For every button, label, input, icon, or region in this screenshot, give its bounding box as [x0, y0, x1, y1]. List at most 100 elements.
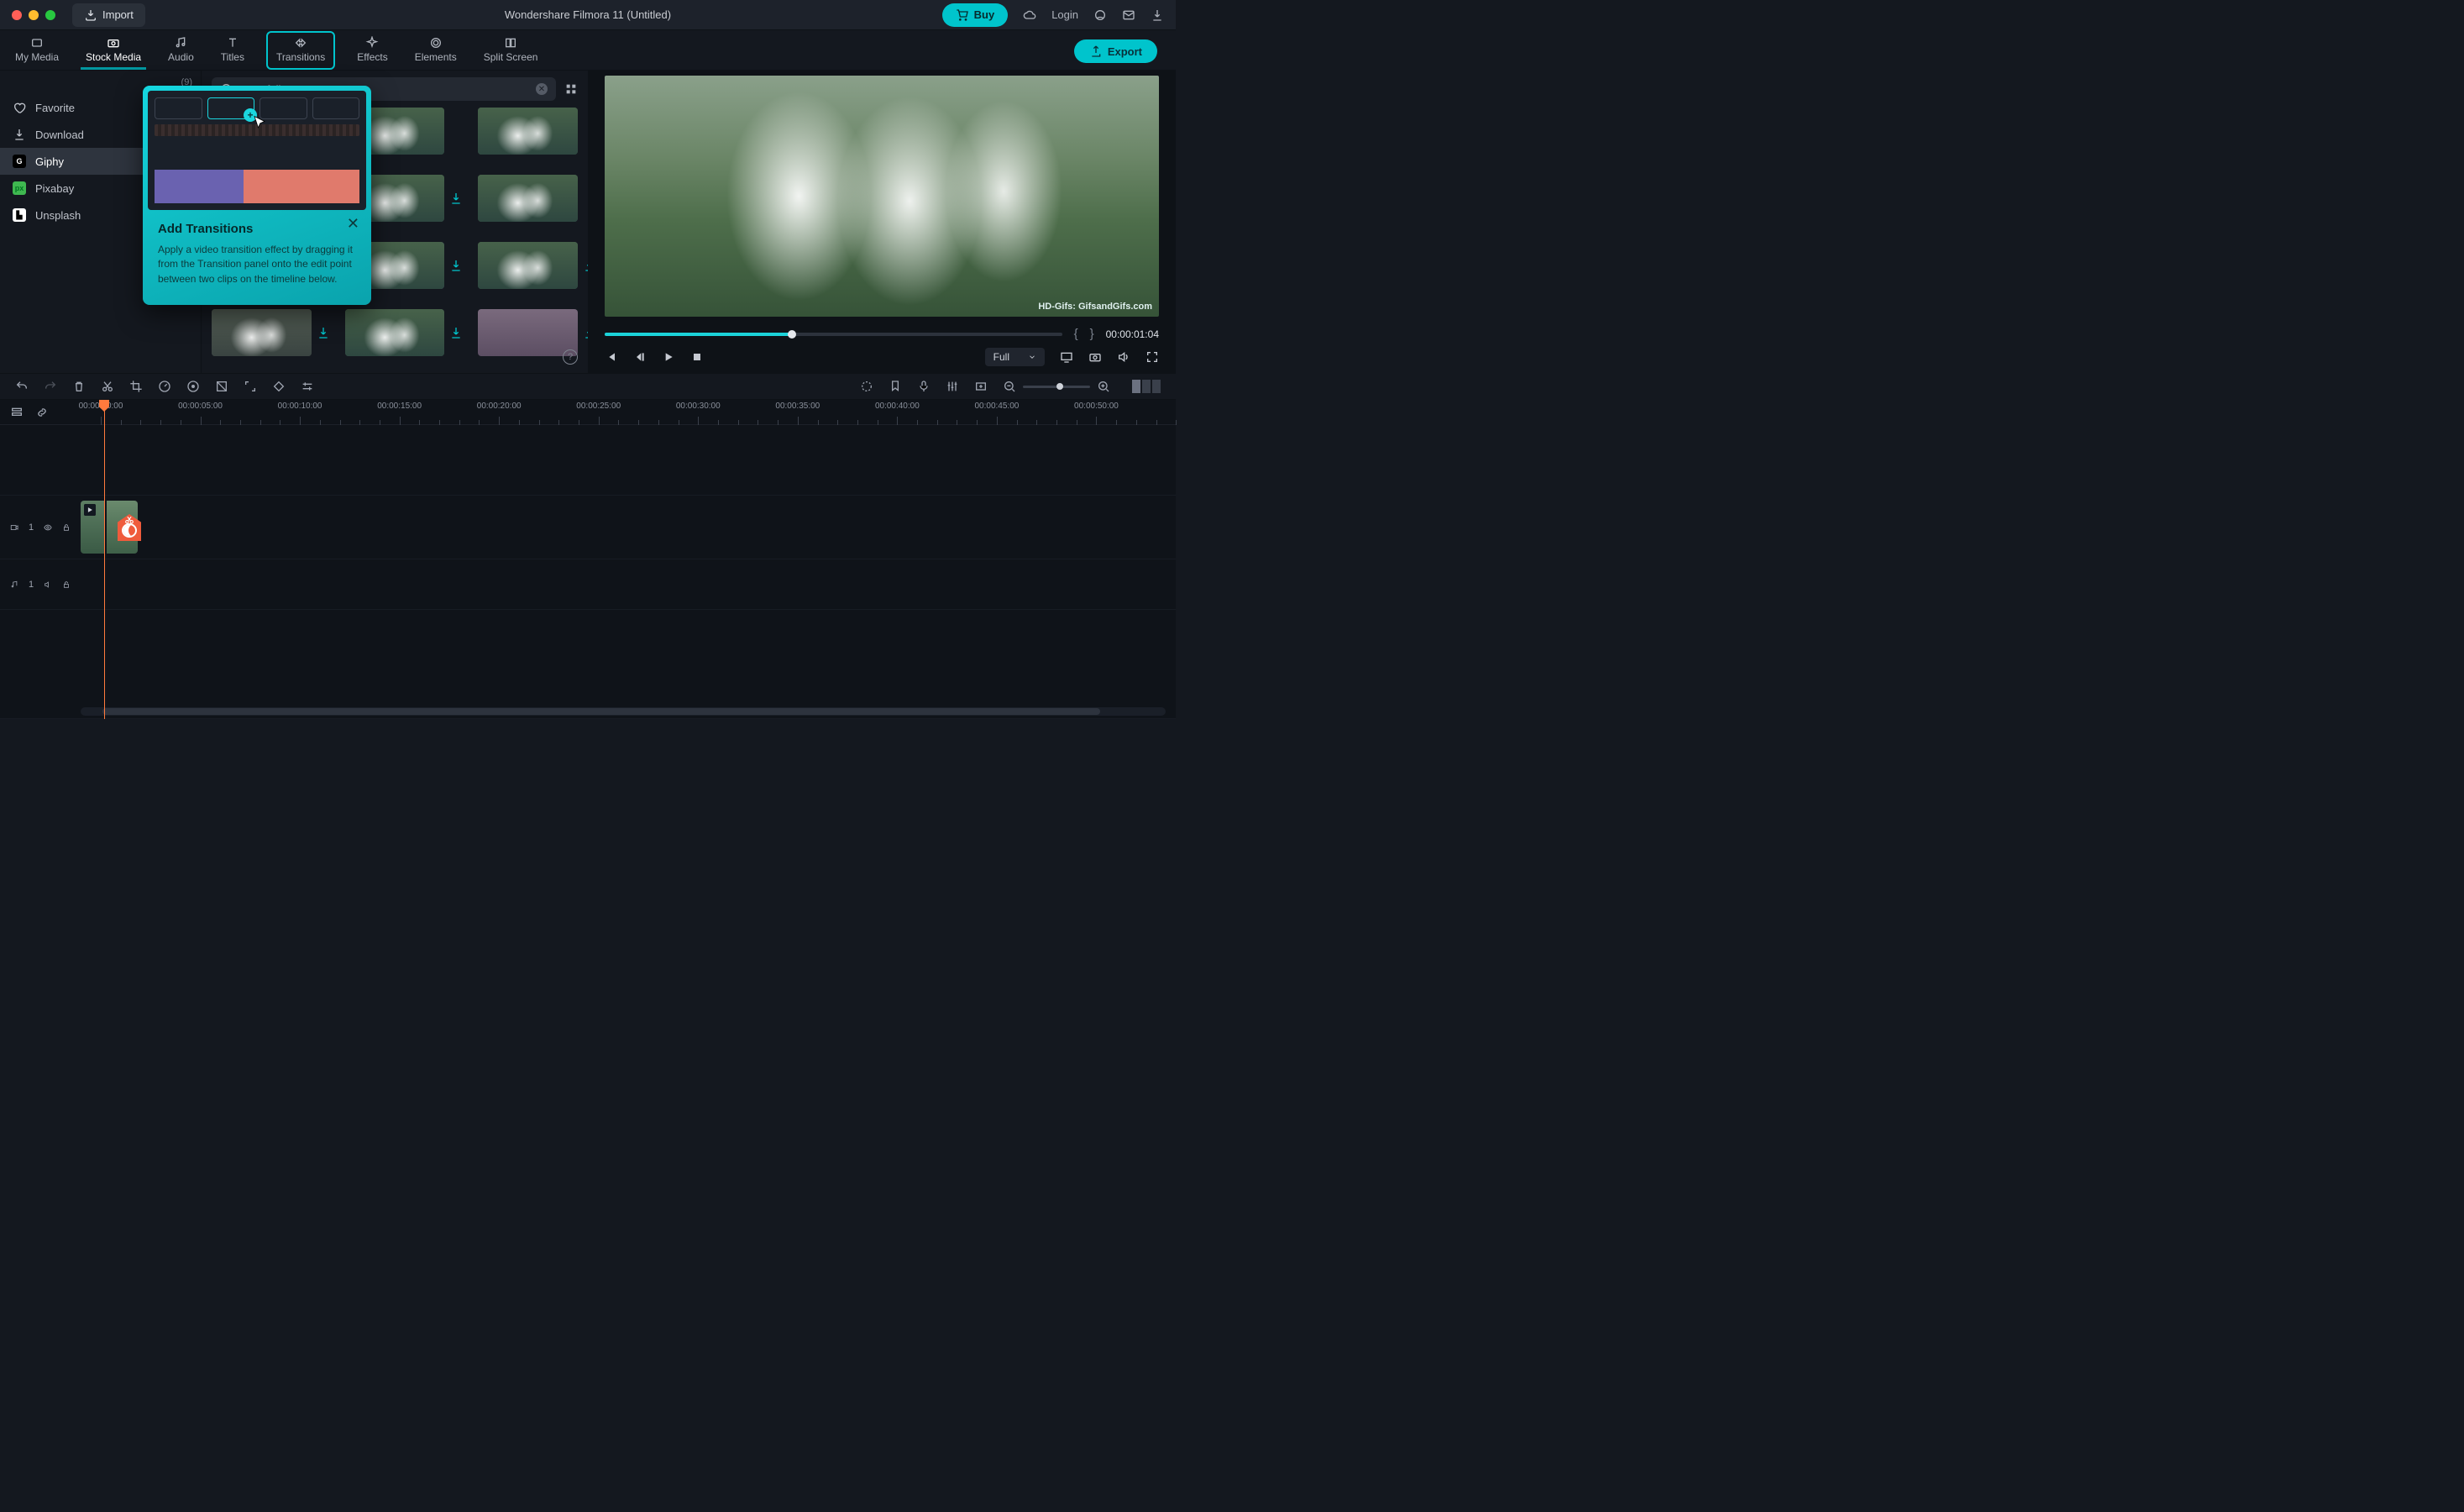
- mute-icon[interactable]: [44, 580, 52, 590]
- mark-in-icon[interactable]: {: [1074, 327, 1078, 341]
- middle-row: (9) Favorite Download G Giphy px Pixabay…: [0, 71, 1176, 373]
- redo-button[interactable]: [44, 380, 57, 393]
- greenscreen-button[interactable]: [215, 380, 228, 393]
- undo-button[interactable]: [15, 380, 29, 393]
- maximize-window-button[interactable]: [45, 10, 55, 20]
- sidebar-item-label: Favorite: [35, 102, 75, 114]
- addtrack-button[interactable]: [974, 380, 988, 393]
- timeline-scrollbar[interactable]: [81, 707, 1166, 716]
- cart-icon: [956, 8, 969, 22]
- cursor-icon: [252, 115, 267, 130]
- volume-icon[interactable]: [1117, 350, 1130, 364]
- grid-view-icon[interactable]: [564, 82, 578, 96]
- window-controls: [12, 10, 55, 20]
- display-icon[interactable]: [1060, 350, 1073, 364]
- download-thumb-button[interactable]: [449, 326, 463, 339]
- lock-icon[interactable]: [62, 522, 71, 533]
- render-button[interactable]: [860, 380, 873, 393]
- download-thumb-button[interactable]: [583, 326, 588, 339]
- timeline-ruler-row: 00:00:00:0000:00:05:0000:00:10:0000:00:1…: [0, 400, 1176, 425]
- media-thumbnail[interactable]: [212, 309, 312, 356]
- playhead[interactable]: [104, 400, 105, 719]
- tab-elements[interactable]: Elements: [410, 33, 462, 70]
- zoom-in-button[interactable]: [1097, 380, 1110, 393]
- media-thumbnail[interactable]: [478, 309, 578, 356]
- split-button[interactable]: [101, 380, 114, 393]
- tab-audio[interactable]: Audio: [163, 33, 199, 70]
- export-button[interactable]: Export: [1074, 39, 1157, 63]
- tab-split-screen[interactable]: Split Screen: [479, 33, 543, 70]
- close-window-button[interactable]: [12, 10, 22, 20]
- zoom-slider[interactable]: [1023, 386, 1090, 388]
- support-icon[interactable]: [1093, 8, 1107, 22]
- quality-selector[interactable]: Full: [985, 348, 1045, 366]
- import-label: Import: [102, 8, 134, 21]
- snapshot-icon[interactable]: [1088, 350, 1102, 364]
- tab-transitions-label: Transitions: [276, 51, 325, 63]
- tab-my-media[interactable]: My Media: [10, 33, 64, 70]
- play-button[interactable]: [662, 350, 675, 364]
- media-thumbnail[interactable]: [478, 108, 578, 155]
- lock-icon[interactable]: [62, 580, 71, 590]
- export-icon: [1089, 45, 1103, 58]
- timeline-zoom: [1003, 380, 1110, 393]
- tab-my-media-label: My Media: [15, 51, 59, 63]
- download-thumb-button[interactable]: [449, 259, 463, 272]
- minimize-window-button[interactable]: [29, 10, 39, 20]
- prev-frame-button[interactable]: [605, 350, 618, 364]
- download-thumb-button[interactable]: [317, 326, 330, 339]
- video-lane[interactable]: [81, 496, 1176, 559]
- delete-button[interactable]: [72, 380, 86, 393]
- import-icon: [84, 8, 97, 22]
- video-track-number: 1: [29, 522, 34, 533]
- track-manager-button[interactable]: [10, 406, 24, 419]
- media-thumbnail[interactable]: [478, 242, 578, 289]
- color-button[interactable]: [186, 380, 200, 393]
- stop-button[interactable]: [690, 350, 704, 364]
- mixer-button[interactable]: [946, 380, 959, 393]
- tab-effects[interactable]: Effects: [352, 33, 392, 70]
- tab-transitions[interactable]: Transitions: [266, 31, 335, 70]
- cloud-icon[interactable]: [1023, 8, 1036, 22]
- tab-elements-label: Elements: [415, 51, 457, 63]
- media-thumbnail[interactable]: [478, 175, 578, 222]
- media-thumbnail[interactable]: [345, 309, 445, 356]
- clear-search-button[interactable]: ✕: [536, 83, 548, 95]
- adjust-button[interactable]: [301, 380, 314, 393]
- keyframe-button[interactable]: [272, 380, 286, 393]
- tab-stock-media[interactable]: Stock Media: [81, 33, 146, 70]
- expand-button[interactable]: [244, 380, 257, 393]
- crop-button[interactable]: [129, 380, 143, 393]
- link-button[interactable]: [35, 406, 49, 419]
- zoom-out-button[interactable]: [1003, 380, 1016, 393]
- chevron-down-icon: [1028, 353, 1036, 361]
- voiceover-button[interactable]: [917, 380, 931, 393]
- help-button[interactable]: ?: [563, 349, 578, 365]
- mark-out-icon[interactable]: }: [1090, 327, 1094, 341]
- tab-titles[interactable]: Titles: [216, 33, 249, 70]
- login-link[interactable]: Login: [1051, 8, 1078, 21]
- marker-button[interactable]: [889, 380, 902, 393]
- tab-audio-label: Audio: [168, 51, 194, 63]
- timeline-ruler[interactable]: 00:00:00:0000:00:05:0000:00:10:0000:00:1…: [81, 400, 1176, 425]
- tooltip-close-button[interactable]: ✕: [347, 215, 359, 233]
- elements-icon: [429, 36, 443, 50]
- preview-scrubber[interactable]: [605, 333, 1062, 336]
- buy-button[interactable]: Buy: [942, 3, 1009, 27]
- fullscreen-icon[interactable]: [1145, 350, 1159, 364]
- eye-icon[interactable]: [44, 522, 52, 533]
- audio-lane[interactable]: [81, 559, 1176, 609]
- step-back-button[interactable]: [633, 350, 647, 364]
- splitscreen-icon: [504, 36, 517, 50]
- download-thumb-button[interactable]: [583, 259, 588, 272]
- track-height-toggle[interactable]: [1132, 380, 1161, 393]
- import-button[interactable]: Import: [72, 3, 145, 27]
- download-thumb-button[interactable]: [449, 192, 463, 205]
- message-icon[interactable]: [1122, 8, 1135, 22]
- speed-button[interactable]: [158, 380, 171, 393]
- sidebar-item-label: Unsplash: [35, 209, 81, 222]
- spacer-track: [0, 425, 1176, 496]
- download-icon[interactable]: [1151, 8, 1164, 22]
- audio-track-icon: [10, 580, 18, 590]
- preview-canvas[interactable]: HD-Gifs: GifsandGifs.com: [605, 76, 1159, 317]
